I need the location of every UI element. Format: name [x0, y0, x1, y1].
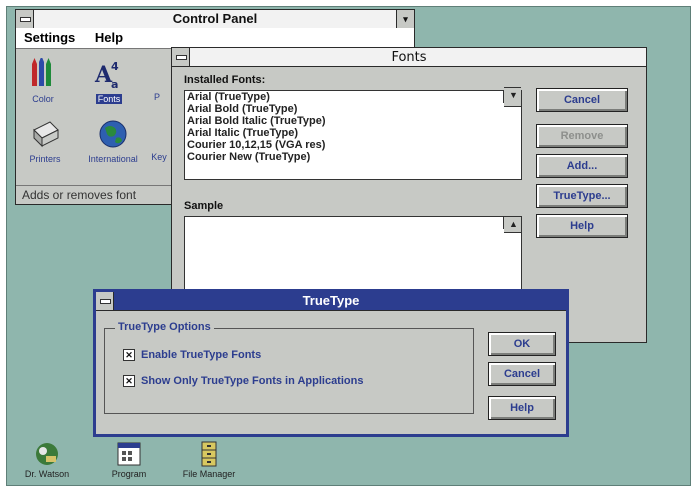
control-panel-titlebar[interactable]: Control Panel ▾ — [16, 10, 414, 29]
cp-item-international[interactable]: International — [78, 118, 148, 164]
truetype-title: TrueType — [302, 293, 360, 308]
installed-fonts-scrollbar[interactable]: ▲ ▼ — [503, 87, 521, 107]
enable-truetype-checkbox[interactable]: ✕ Enable TrueType Fonts — [123, 349, 262, 362]
fonts-truetype-button[interactable]: TrueType... — [536, 184, 628, 208]
enable-truetype-label: Enable TrueType Fonts — [141, 349, 262, 361]
truetype-system-menu-button[interactable] — [96, 292, 114, 310]
truetype-options-title: TrueType Options — [115, 321, 214, 333]
cp-item-fonts[interactable]: A 4 a Fonts — [86, 58, 132, 104]
control-panel-title: Control Panel — [172, 11, 258, 26]
color-crayons-icon — [32, 56, 51, 86]
keyboard-icon — [150, 118, 168, 150]
truetype-dialog: TrueType TrueType Options ✕ Enable TrueTy… — [93, 289, 569, 437]
desktop-icon-dr-watson[interactable]: Dr. Watson — [17, 439, 77, 479]
cp-item-international-label: International — [88, 154, 138, 164]
sample-scrollbar[interactable]: ▲ — [503, 217, 521, 233]
fonts-system-menu-button[interactable] — [172, 48, 190, 66]
fonts-cancel-button[interactable]: Cancel — [536, 88, 628, 112]
cp-item-ports-label: P — [153, 92, 160, 102]
truetype-titlebar[interactable]: TrueType — [96, 292, 566, 311]
cp-item-printers[interactable]: Printers — [22, 118, 68, 164]
cp-item-keyboard[interactable]: Key — [150, 118, 168, 162]
desktop-icon-program[interactable]: Program — [99, 439, 159, 479]
fonts-icon: A 4 a — [94, 60, 119, 91]
file-manager-icon — [201, 441, 217, 467]
fonts-title: Fonts — [391, 50, 427, 65]
desktop: Control Panel ▾ Settings Help Color A 4 … — [6, 6, 691, 486]
font-list-item[interactable]: Arial Bold Italic (TrueType) — [185, 115, 521, 127]
program-manager-icon — [117, 442, 141, 466]
enable-truetype-checkbox-box[interactable]: ✕ — [123, 349, 135, 362]
font-list-item[interactable]: Arial Italic (TrueType) — [185, 127, 521, 139]
cp-item-printers-label: Printers — [29, 154, 61, 164]
truetype-options-group: TrueType Options ✕ Enable TrueType Fonts … — [104, 321, 474, 414]
scroll-down-icon[interactable]: ▼ — [504, 87, 521, 103]
show-only-truetype-label: Show Only TrueType Fonts in Applications — [141, 375, 364, 387]
svg-text:4: 4 — [111, 60, 119, 73]
desktop-icon-file-manager[interactable]: File Manager — [179, 439, 239, 479]
ports-icon — [148, 58, 166, 90]
svg-text:a: a — [111, 78, 118, 90]
fonts-remove-button[interactable]: Remove — [536, 124, 628, 148]
cp-item-color-label: Color — [32, 94, 54, 104]
sample-label: Sample — [184, 200, 224, 212]
cp-item-fonts-label: Fonts — [95, 94, 123, 104]
installed-fonts-list[interactable]: Arial (TrueType) Arial Bold (TrueType) A… — [184, 87, 522, 180]
truetype-ok-button[interactable]: OK — [488, 332, 556, 356]
show-only-truetype-checkbox[interactable]: ✕ Show Only TrueType Fonts in Application… — [123, 375, 364, 388]
fonts-add-button[interactable]: Add... — [536, 154, 628, 178]
font-list-item[interactable]: Arial (TrueType) — [185, 91, 521, 103]
cp-item-color[interactable]: Color — [20, 56, 66, 104]
truetype-help-button[interactable]: Help — [488, 396, 556, 420]
show-only-truetype-checkbox-box[interactable]: ✕ — [123, 375, 135, 388]
control-panel-system-menu-button[interactable] — [16, 10, 34, 28]
font-list-item[interactable]: Arial Bold (TrueType) — [185, 103, 521, 115]
sample-scroll-up-icon[interactable]: ▲ — [504, 217, 521, 233]
menu-help[interactable]: Help — [87, 28, 131, 47]
cp-item-keyboard-label: Key — [151, 152, 167, 162]
international-globe-icon — [99, 120, 127, 148]
fonts-titlebar[interactable]: Fonts — [172, 48, 646, 67]
desktop-icon-dr-watson-label: Dr. Watson — [24, 469, 70, 479]
control-panel-menubar: Settings Help — [16, 28, 414, 49]
font-list-item[interactable]: Courier 10,12,15 (VGA res) — [185, 139, 521, 151]
printers-icon — [33, 121, 59, 148]
menu-settings[interactable]: Settings — [16, 28, 83, 47]
installed-fonts-label: Installed Fonts: — [184, 74, 266, 86]
dr-watson-icon — [36, 443, 58, 465]
truetype-cancel-button[interactable]: Cancel — [488, 362, 556, 386]
cp-item-ports[interactable]: P — [148, 58, 166, 102]
font-list-item[interactable]: Courier New (TrueType) — [185, 151, 521, 163]
fonts-help-button[interactable]: Help — [536, 214, 628, 238]
control-panel-minimize-button[interactable]: ▾ — [396, 10, 414, 28]
desktop-icon-file-manager-label: File Manager — [182, 469, 236, 479]
desktop-icon-program-label: Program — [111, 469, 147, 479]
